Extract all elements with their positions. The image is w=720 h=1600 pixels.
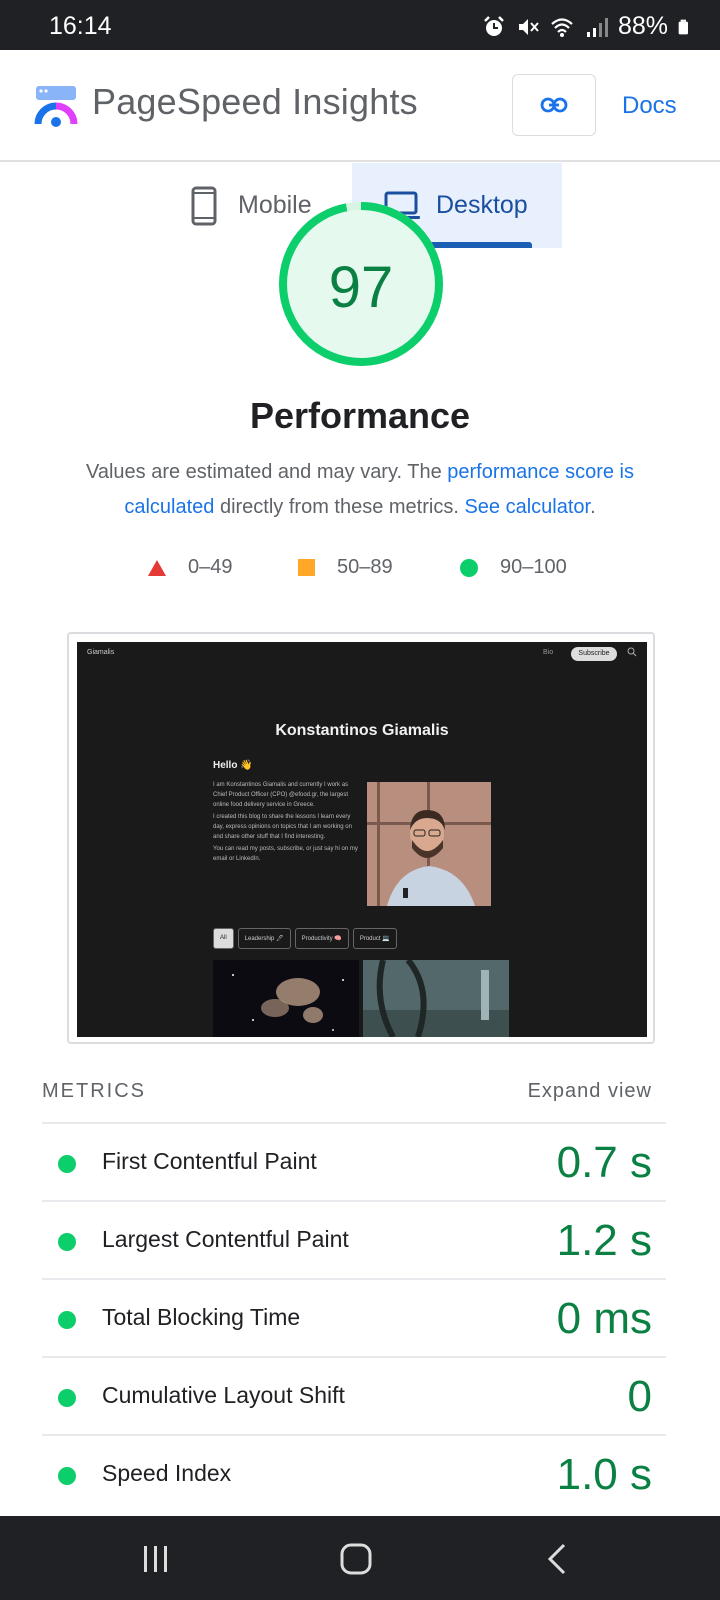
phone-icon xyxy=(191,186,217,225)
metric-name: Speed Index xyxy=(102,1460,232,1486)
metric-row-tbt: Total Blocking Time 0 ms xyxy=(42,1280,666,1358)
legend-range: 0–49 xyxy=(188,556,233,578)
shot-post-image-galaxy xyxy=(213,960,359,1037)
shot-site-name: Giamalis xyxy=(87,649,115,656)
average-square-icon xyxy=(298,559,315,576)
fail-triangle-icon xyxy=(148,559,166,576)
metric-row-fcp: First Contentful Paint 0.7 s xyxy=(42,1124,666,1202)
desc-text: . xyxy=(590,496,596,518)
metric-name: Total Blocking Time xyxy=(102,1304,301,1330)
metric-name: Largest Contentful Paint xyxy=(102,1226,349,1252)
shot-paragraph: You can read my posts, subscribe, or jus… xyxy=(213,846,358,862)
shot-hello: Hello 👋 xyxy=(213,760,253,771)
pass-circle-icon xyxy=(58,1155,76,1173)
shot-paragraph: I am Konstantinos Giamalis and currently… xyxy=(213,782,349,808)
metric-name: First Contentful Paint xyxy=(102,1148,317,1174)
shot-subscribe-button: Subscribe xyxy=(571,647,617,661)
shot-profile-photo xyxy=(367,782,491,906)
metric-row-cls: Cumulative Layout Shift 0 xyxy=(42,1358,666,1436)
system-nav-bar xyxy=(0,1516,720,1600)
metric-value: 0 xyxy=(627,1372,652,1421)
legend-range: 90–100 xyxy=(500,556,567,578)
desc-text: Values are estimated and may vary. The xyxy=(85,461,448,483)
legend-average: 50–89 xyxy=(298,556,393,579)
metric-row-si: Speed Index 1.0 s xyxy=(42,1436,666,1514)
pagespeed-logo xyxy=(34,86,78,127)
battery-percent: 88% xyxy=(617,12,668,40)
recent-apps-icon[interactable] xyxy=(138,1542,174,1576)
shot-search-icon xyxy=(627,647,637,657)
app-header: PageSpeed Insights Docs xyxy=(0,50,720,162)
mute-icon xyxy=(518,18,539,35)
shot-heading: Konstantinos Giamalis xyxy=(275,722,449,739)
expand-view-toggle[interactable]: Expand view xyxy=(528,1080,652,1103)
status-icons: 88% xyxy=(482,12,694,41)
metric-name: Cumulative Layout Shift xyxy=(102,1382,345,1408)
final-screenshot: Giamalis Bio Subscribe Konstantinos Giam… xyxy=(77,642,647,1037)
metrics-header: METRICS Expand view xyxy=(42,1078,666,1124)
pass-circle-icon xyxy=(58,1467,76,1485)
app-title: PageSpeed Insights xyxy=(92,81,418,122)
final-screenshot-frame[interactable]: Giamalis Bio Subscribe Konstantinos Giam… xyxy=(67,632,655,1044)
battery-icon xyxy=(678,19,688,34)
status-bar: 16:14 88% xyxy=(0,0,720,50)
docs-link[interactable]: Docs xyxy=(622,92,677,120)
wifi-icon xyxy=(551,17,573,37)
pass-circle-icon xyxy=(58,1389,76,1407)
shot-chip: All xyxy=(213,928,234,949)
legend-pass: 90–100 xyxy=(460,556,567,579)
shot-chip: Productivity 🧠 xyxy=(294,928,349,949)
category-title: Performance xyxy=(249,395,471,436)
tab-desktop-label: Desktop xyxy=(436,191,528,219)
see-calculator-link[interactable]: See calculator xyxy=(464,496,590,518)
shot-intro: I am Konstantinos Giamalis and currently… xyxy=(213,780,361,864)
pass-circle-icon xyxy=(58,1233,76,1251)
metric-row-lcp: Largest Contentful Paint 1.2 s xyxy=(42,1202,666,1280)
desc-text: directly from these metrics. xyxy=(214,496,465,518)
metric-value: 0 ms xyxy=(556,1294,652,1343)
shot-filter-chips: All Leadership 🖊 Productivity 🧠 Product … xyxy=(213,928,397,949)
back-icon[interactable] xyxy=(540,1542,576,1576)
alarm-icon xyxy=(484,15,504,36)
metric-value: 1.0 s xyxy=(556,1450,652,1499)
signal-icon xyxy=(586,17,608,37)
shot-paragraph: I created this blog to share the lessons… xyxy=(213,814,352,840)
shot-nav-bio: Bio xyxy=(543,649,554,656)
metrics-heading: METRICS xyxy=(42,1080,146,1102)
shot-chip: Product 💻 xyxy=(352,928,397,949)
metric-value: 1.2 s xyxy=(556,1216,652,1265)
home-icon[interactable] xyxy=(338,1542,374,1576)
legend-fail: 0–49 xyxy=(148,556,233,579)
metric-value: 0.7 s xyxy=(556,1138,652,1187)
legend-range: 50–89 xyxy=(337,556,393,578)
link-icon xyxy=(540,97,568,113)
pass-circle-icon xyxy=(58,1311,76,1329)
copy-link-button[interactable] xyxy=(512,74,596,136)
shot-post-image-ropes xyxy=(363,960,509,1037)
score-legend: 0–49 50–89 90–100 xyxy=(0,556,720,586)
performance-score: 97 xyxy=(328,255,394,320)
status-time: 16:14 xyxy=(49,12,112,40)
score-description: Values are estimated and may vary. The p… xyxy=(60,455,660,525)
pass-circle-icon xyxy=(460,558,478,577)
shot-chip: Leadership 🖊 xyxy=(237,928,291,949)
